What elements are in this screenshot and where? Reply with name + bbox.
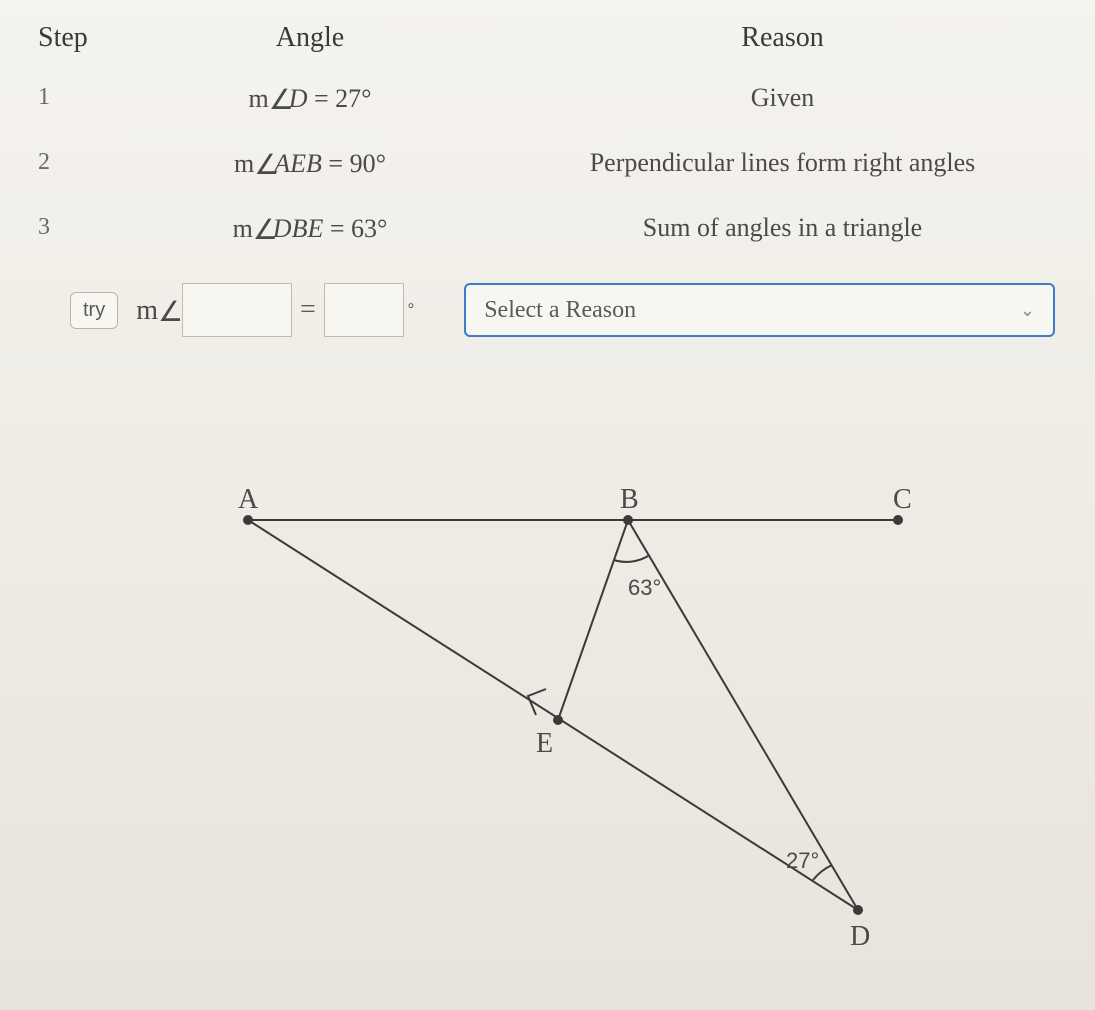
angle-icon: [158, 293, 176, 311]
angle-value-input[interactable]: [324, 283, 404, 337]
label-d: D: [850, 921, 870, 952]
proof-table: Step Angle Reason 1 mD = 27° Given 2 mAE…: [30, 10, 1065, 350]
step-number: 1: [30, 84, 120, 111]
step-number: 2: [30, 149, 120, 176]
header-step: Step: [30, 22, 120, 54]
point-b: [623, 515, 633, 525]
angle-statement: mAEB = 90°: [120, 146, 500, 179]
angle-label-63: 63°: [628, 575, 661, 600]
table-row: 3 mDBE = 63° Sum of angles in a triangle: [30, 195, 1065, 260]
equals-sign: =: [300, 294, 316, 326]
label-b: B: [620, 484, 639, 515]
angle-icon: [253, 211, 271, 229]
m-angle-label: m: [136, 293, 178, 327]
input-row: try m = ° Select a Reason ⌄: [30, 270, 1065, 350]
angle-statement: mDBE = 63°: [120, 211, 500, 244]
point-e: [553, 715, 563, 725]
label-c: C: [893, 484, 912, 515]
right-angle-marker: [528, 689, 546, 715]
header-reason: Reason: [500, 22, 1065, 54]
header-angle: Angle: [120, 22, 500, 54]
line-ad: [248, 520, 858, 910]
try-button[interactable]: try: [70, 292, 118, 329]
point-a: [243, 515, 253, 525]
angle-statement: mD = 27°: [120, 81, 500, 114]
angle-arc-63: [614, 556, 648, 562]
step-number: 3: [30, 214, 120, 241]
select-placeholder: Select a Reason: [484, 297, 636, 324]
chevron-down-icon: ⌄: [1020, 300, 1035, 321]
table-header-row: Step Angle Reason: [30, 10, 1065, 65]
reason-text: Given: [500, 83, 1065, 113]
angle-icon: [254, 146, 272, 164]
label-a: A: [238, 484, 259, 515]
point-c: [893, 515, 903, 525]
reason-text: Sum of angles in a triangle: [500, 213, 1065, 243]
degree-symbol: °: [408, 301, 414, 319]
angle-label-27: 27°: [786, 848, 819, 873]
diagram-svg: 63° 27° A B C E D: [98, 440, 998, 960]
line-be: [558, 520, 628, 720]
line-bd: [628, 520, 858, 910]
table-row: 2 mAEB = 90° Perpendicular lines form ri…: [30, 130, 1065, 195]
point-d: [853, 905, 863, 915]
label-e: E: [536, 728, 553, 759]
angle-name-input[interactable]: [182, 283, 292, 337]
table-row: 1 mD = 27° Given: [30, 65, 1065, 130]
geometry-diagram: 63° 27° A B C E D: [30, 440, 1065, 960]
angle-icon: [269, 81, 287, 99]
reason-select[interactable]: Select a Reason ⌄: [464, 283, 1055, 337]
reason-text: Perpendicular lines form right angles: [500, 148, 1065, 178]
